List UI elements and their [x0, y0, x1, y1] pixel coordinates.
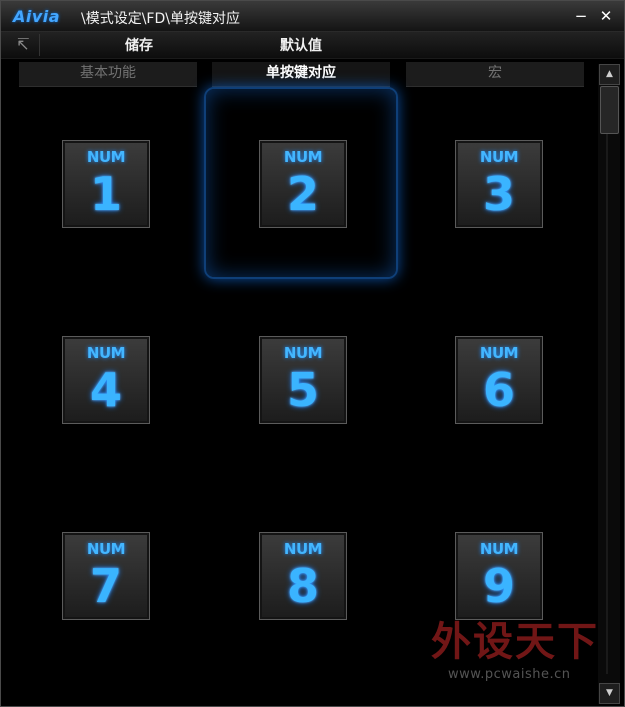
- key-num-4[interactable]: NUM 4: [62, 336, 150, 424]
- key-prefix-label: NUM: [479, 540, 519, 558]
- watermark-brand: 外设天下: [431, 619, 599, 665]
- scroll-up-icon[interactable]: ▲: [599, 64, 620, 85]
- scroll-down-icon[interactable]: ▼: [599, 683, 620, 704]
- key-prefix-label: NUM: [479, 344, 519, 362]
- key-num-9[interactable]: NUM 9: [455, 532, 543, 620]
- key-number-label: 4: [89, 363, 122, 417]
- default-button[interactable]: 默认值: [280, 35, 322, 55]
- key-prefix-label: NUM: [479, 148, 519, 166]
- app-window: Aivia \模式设定\FD\单按键对应 − ✕ ↸ 储存 默认值 基本功能 单…: [0, 0, 625, 707]
- window-title: \模式设定\FD\单按键对应: [81, 11, 240, 27]
- toolbar: ↸ 储存 默认值: [1, 32, 624, 59]
- key-prefix-label: NUM: [86, 148, 126, 166]
- key-prefix-label: NUM: [283, 344, 323, 362]
- key-num-6[interactable]: NUM 6: [455, 336, 543, 424]
- key-number-label: 6: [482, 363, 515, 417]
- key-num-5[interactable]: NUM 5: [259, 336, 347, 424]
- back-icon[interactable]: ↸: [7, 34, 40, 56]
- tab-basic-functions[interactable]: 基本功能: [19, 62, 197, 87]
- key-number-label: 5: [286, 363, 319, 417]
- key-number-label: 9: [482, 559, 515, 613]
- aivia-logo: Aivia: [13, 7, 61, 26]
- key-num-2[interactable]: NUM 2: [259, 140, 347, 228]
- key-number-label: 2: [286, 167, 319, 221]
- key-num-8[interactable]: NUM 8: [259, 532, 347, 620]
- scroll-thumb[interactable]: [600, 86, 619, 134]
- watermark-url: www.pcwaishe.cn: [448, 667, 571, 682]
- key-number-label: 3: [482, 167, 515, 221]
- key-prefix-label: NUM: [86, 344, 126, 362]
- scroll-track: [606, 134, 608, 674]
- key-num-1[interactable]: NUM 1: [62, 140, 150, 228]
- close-button[interactable]: ✕: [595, 5, 617, 27]
- key-prefix-label: NUM: [283, 540, 323, 558]
- key-prefix-label: NUM: [86, 540, 126, 558]
- key-number-label: 1: [89, 167, 122, 221]
- key-number-label: 7: [89, 559, 122, 613]
- key-number-label: 8: [286, 559, 319, 613]
- tab-macro[interactable]: 宏: [406, 62, 584, 87]
- key-prefix-label: NUM: [283, 148, 323, 166]
- save-button[interactable]: 储存: [125, 35, 153, 55]
- key-num-7[interactable]: NUM 7: [62, 532, 150, 620]
- tab-single-key-mapping[interactable]: 单按键对应: [212, 62, 390, 87]
- key-num-3[interactable]: NUM 3: [455, 140, 543, 228]
- tab-bar: 基本功能 单按键对应 宏: [1, 60, 624, 88]
- minimize-button[interactable]: −: [570, 5, 592, 27]
- vertical-scrollbar[interactable]: ▲ ▼: [598, 64, 620, 704]
- title-bar[interactable]: Aivia \模式设定\FD\单按键对应 − ✕: [1, 1, 624, 32]
